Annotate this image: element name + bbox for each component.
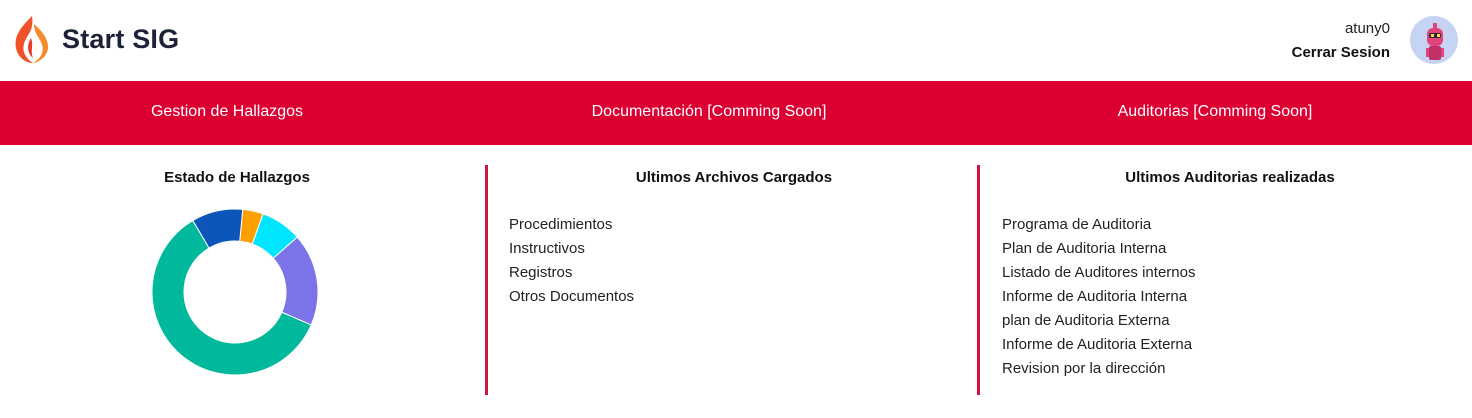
avatar[interactable] [1410, 16, 1458, 64]
auditoria-link-informe-externa[interactable]: Informe de Auditoria Externa [1002, 333, 1195, 357]
archivo-link-registros[interactable]: Registros [509, 261, 634, 285]
flame-logo-icon [15, 16, 49, 63]
app-header: Start SIG atuny0 Cerrar Sesion [0, 0, 1472, 81]
archivos-title: Ultimos Archivos Cargados [635, 169, 833, 186]
panel-divider-2 [977, 165, 980, 395]
auditoria-link-plan-interna[interactable]: Plan de Auditoria Interna [1002, 237, 1195, 261]
auditoria-link-revision-direccion[interactable]: Revision por la dirección [1002, 357, 1195, 381]
archivos-list: Procedimientos Instructivos Registros Ot… [509, 213, 634, 309]
dashboard-main: Estado de Hallazgos Ultimos Archivos Car… [0, 145, 1472, 418]
robot-avatar-icon [1426, 23, 1444, 60]
nav-auditorias[interactable]: Auditorias [Comming Soon] [1075, 103, 1355, 121]
auditoria-link-listado-auditores[interactable]: Listado de Auditores internos [1002, 261, 1195, 285]
auditoria-link-plan-externa[interactable]: plan de Auditoria Externa [1002, 309, 1195, 333]
logo[interactable]: Start SIG [12, 14, 179, 64]
username: atuny0 [1344, 20, 1390, 37]
nav-documentacion[interactable]: Documentación [Comming Soon] [559, 103, 859, 121]
auditorias-list: Programa de Auditoria Plan de Auditoria … [1002, 213, 1195, 381]
hallazgos-donut-chart [151, 208, 319, 376]
auditoria-link-programa[interactable]: Programa de Auditoria [1002, 213, 1195, 237]
panel-divider-1 [485, 165, 488, 395]
main-navbar: Gestion de Hallazgos Documentación [Comm… [0, 81, 1472, 145]
archivo-link-otros[interactable]: Otros Documentos [509, 285, 634, 309]
hallazgos-title: Estado de Hallazgos [164, 169, 310, 186]
archivo-link-instructivos[interactable]: Instructivos [509, 237, 634, 261]
nav-gestion-hallazgos[interactable]: Gestion de Hallazgos [127, 103, 327, 121]
logout-link[interactable]: Cerrar Sesion [1292, 42, 1390, 64]
logo-text: Start SIG [62, 23, 180, 54]
auditoria-link-informe-interna[interactable]: Informe de Auditoria Interna [1002, 285, 1195, 309]
auditorias-title: Ultimos Auditorias realizadas [1125, 169, 1335, 186]
user-block: atuny0 Cerrar Sesion [1292, 18, 1390, 64]
archivo-link-procedimientos[interactable]: Procedimientos [509, 213, 634, 237]
